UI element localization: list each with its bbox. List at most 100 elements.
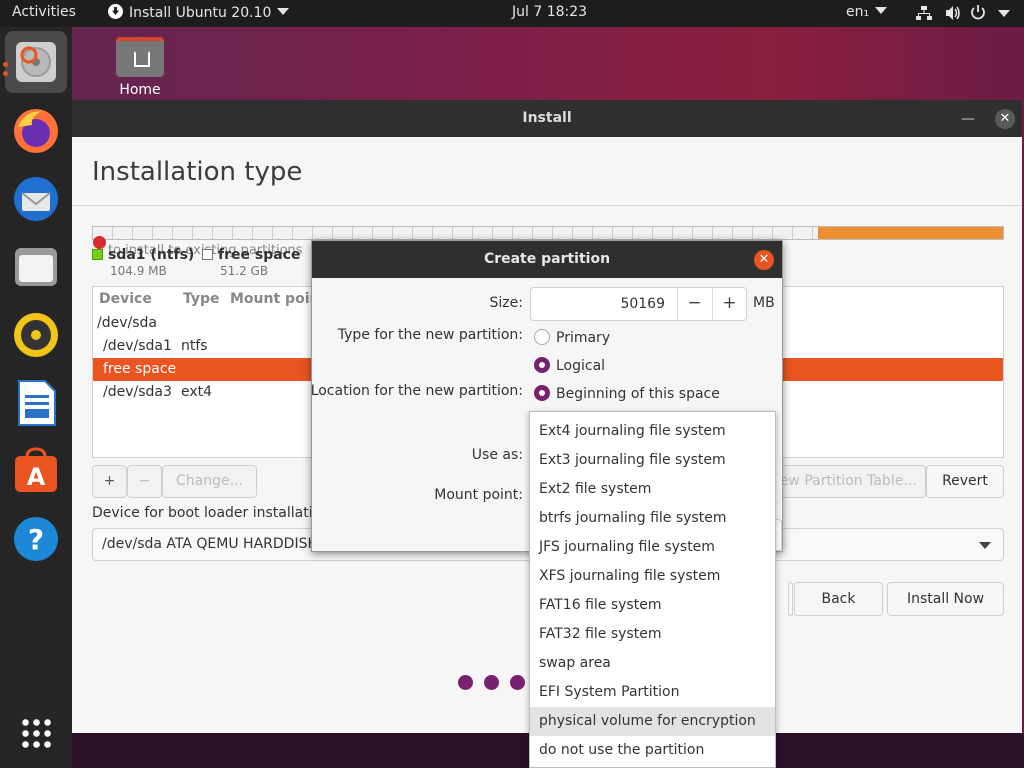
- power-icon: [971, 5, 985, 20]
- rhythmbox-icon: [14, 313, 58, 357]
- dropdown-option[interactable]: btrfs journaling file system: [530, 504, 775, 533]
- radio-label: Beginning of this space: [556, 386, 720, 402]
- remove-partition-button[interactable]: −: [127, 465, 162, 498]
- revert-button[interactable]: Revert: [926, 465, 1004, 498]
- new-partition-table-button[interactable]: New Partition Table...: [760, 465, 926, 498]
- install-now-button[interactable]: Install Now: [887, 582, 1004, 616]
- legend-size: 51.2 GB: [220, 264, 269, 278]
- dropdown-option[interactable]: EFI System Partition: [530, 678, 775, 707]
- dock-item-software[interactable]: A: [10, 445, 62, 497]
- row-type: ntfs: [181, 338, 208, 354]
- dock-item-firefox[interactable]: [10, 105, 62, 157]
- back-button[interactable]: Back: [794, 582, 883, 616]
- network-icon: [916, 6, 932, 20]
- change-partition-button[interactable]: Change...: [162, 465, 257, 498]
- radio-logical[interactable]: Logical: [534, 357, 605, 374]
- dropdown-option[interactable]: FAT32 file system: [530, 620, 775, 649]
- libreoffice-writer-icon: [18, 380, 56, 426]
- svg-text:A: A: [27, 463, 46, 491]
- ubuntu-software-icon: A: [15, 447, 57, 492]
- desktop-home[interactable]: Home: [112, 37, 168, 98]
- progress-dots: [458, 675, 536, 694]
- help-icon: ?: [14, 517, 58, 561]
- close-icon[interactable]: ✕: [995, 109, 1015, 129]
- use-as-label: Use as:: [471, 447, 523, 463]
- home-label: Home: [119, 82, 161, 98]
- running-indicator: [3, 62, 8, 67]
- window-titlebar[interactable]: Install — ✕: [72, 100, 1022, 137]
- dropdown-option[interactable]: swap area: [530, 649, 775, 678]
- window-title: Install: [522, 110, 572, 126]
- legend-swatch-sda1: [92, 249, 103, 260]
- dock: A ?: [0, 27, 72, 768]
- app-menu[interactable]: Install Ubuntu 20.10: [108, 4, 290, 21]
- dropdown-option[interactable]: Ext4 journaling file system: [530, 417, 775, 446]
- location-label: Location for the new partition:: [310, 383, 523, 399]
- radio-button-selected[interactable]: [534, 357, 550, 373]
- mount-point-label: Mount point:: [434, 487, 523, 503]
- size-unit: MB: [753, 295, 775, 311]
- minimize-icon[interactable]: —: [961, 101, 975, 138]
- home-folder-icon: [116, 37, 164, 77]
- increase-button[interactable]: +: [712, 288, 746, 320]
- legend-name: sda1 (ntfs): [108, 247, 195, 263]
- dropdown-option[interactable]: XFS journaling file system: [530, 562, 775, 591]
- radio-beginning[interactable]: Beginning of this space: [534, 385, 720, 402]
- dock-item-rhythmbox[interactable]: [10, 309, 62, 361]
- thunderbird-icon: [14, 177, 58, 221]
- files-icon: [15, 248, 57, 286]
- svg-text:?: ?: [28, 523, 44, 556]
- add-partition-button[interactable]: +: [92, 465, 127, 498]
- page-title: Installation type: [92, 157, 303, 187]
- top-bar: Activities Install Ubuntu 20.10 Jul 7 18…: [0, 0, 1024, 27]
- size-stepper[interactable]: 50169 − +: [530, 287, 747, 321]
- row-type: ext4: [181, 384, 213, 400]
- size-input[interactable]: 50169: [531, 288, 665, 320]
- radio-label: Primary: [556, 330, 611, 346]
- app-menu-title: Install Ubuntu 20.10: [129, 5, 272, 21]
- dropdown-option[interactable]: FAT16 file system: [530, 591, 775, 620]
- dropdown-option-highlighted[interactable]: physical volume for encryption: [530, 707, 775, 736]
- installer-app-icon: [108, 4, 123, 19]
- close-icon[interactable]: ✕: [754, 250, 774, 270]
- use-as-dropdown-list[interactable]: Ext4 journaling file system Ext3 journal…: [529, 411, 776, 768]
- dropdown-option[interactable]: JFS journaling file system: [530, 533, 775, 562]
- dock-item-help[interactable]: ?: [10, 513, 62, 565]
- legend-name: free space: [218, 247, 301, 263]
- dialog-titlebar[interactable]: Create partition ✕: [312, 241, 782, 278]
- boot-loader-label: Device for boot loader installation:: [92, 505, 335, 521]
- radio-button-selected[interactable]: [534, 385, 550, 401]
- dock-item-thunderbird[interactable]: [10, 173, 62, 225]
- legend-swatch-free: [202, 249, 213, 260]
- quit-button[interactable]: [788, 582, 793, 616]
- dialog-title: Create partition: [483, 251, 611, 267]
- chevron-down-icon: [277, 8, 290, 15]
- language-indicator: en₁: [846, 4, 870, 20]
- radio-primary[interactable]: Primary: [534, 329, 610, 346]
- clock[interactable]: Jul 7 18:23: [512, 4, 587, 20]
- size-label: Size:: [489, 295, 523, 311]
- dock-item-installer[interactable]: [5, 31, 67, 93]
- column-header-device[interactable]: Device: [99, 291, 152, 307]
- show-applications-icon[interactable]: [20, 717, 52, 749]
- volume-icon: [946, 6, 960, 20]
- radio-button[interactable]: [534, 329, 550, 345]
- running-indicator: [3, 71, 8, 76]
- system-tray-icons: [916, 5, 1010, 20]
- activities-button[interactable]: Activities: [12, 4, 76, 20]
- column-header-type[interactable]: Type: [183, 291, 220, 307]
- firefox-icon: [14, 109, 58, 153]
- input-method-menu[interactable]: en₁: [846, 4, 888, 20]
- dropdown-option[interactable]: do not use the partition: [530, 736, 775, 765]
- legend-size: 104.9 MB: [110, 264, 167, 278]
- legend-free-space: free space 51.2 GB: [202, 247, 301, 278]
- dropdown-option[interactable]: Ext2 file system: [530, 475, 775, 504]
- dock-item-writer[interactable]: [10, 377, 62, 429]
- chevron-down-icon: [979, 542, 991, 549]
- dropdown-option[interactable]: Ext3 journaling file system: [530, 446, 775, 475]
- system-menu[interactable]: [916, 5, 1014, 25]
- decrease-button[interactable]: −: [677, 288, 711, 320]
- dock-item-files[interactable]: [10, 241, 62, 293]
- chevron-down-icon: [875, 7, 888, 14]
- disk-usage-bar: [92, 226, 1004, 240]
